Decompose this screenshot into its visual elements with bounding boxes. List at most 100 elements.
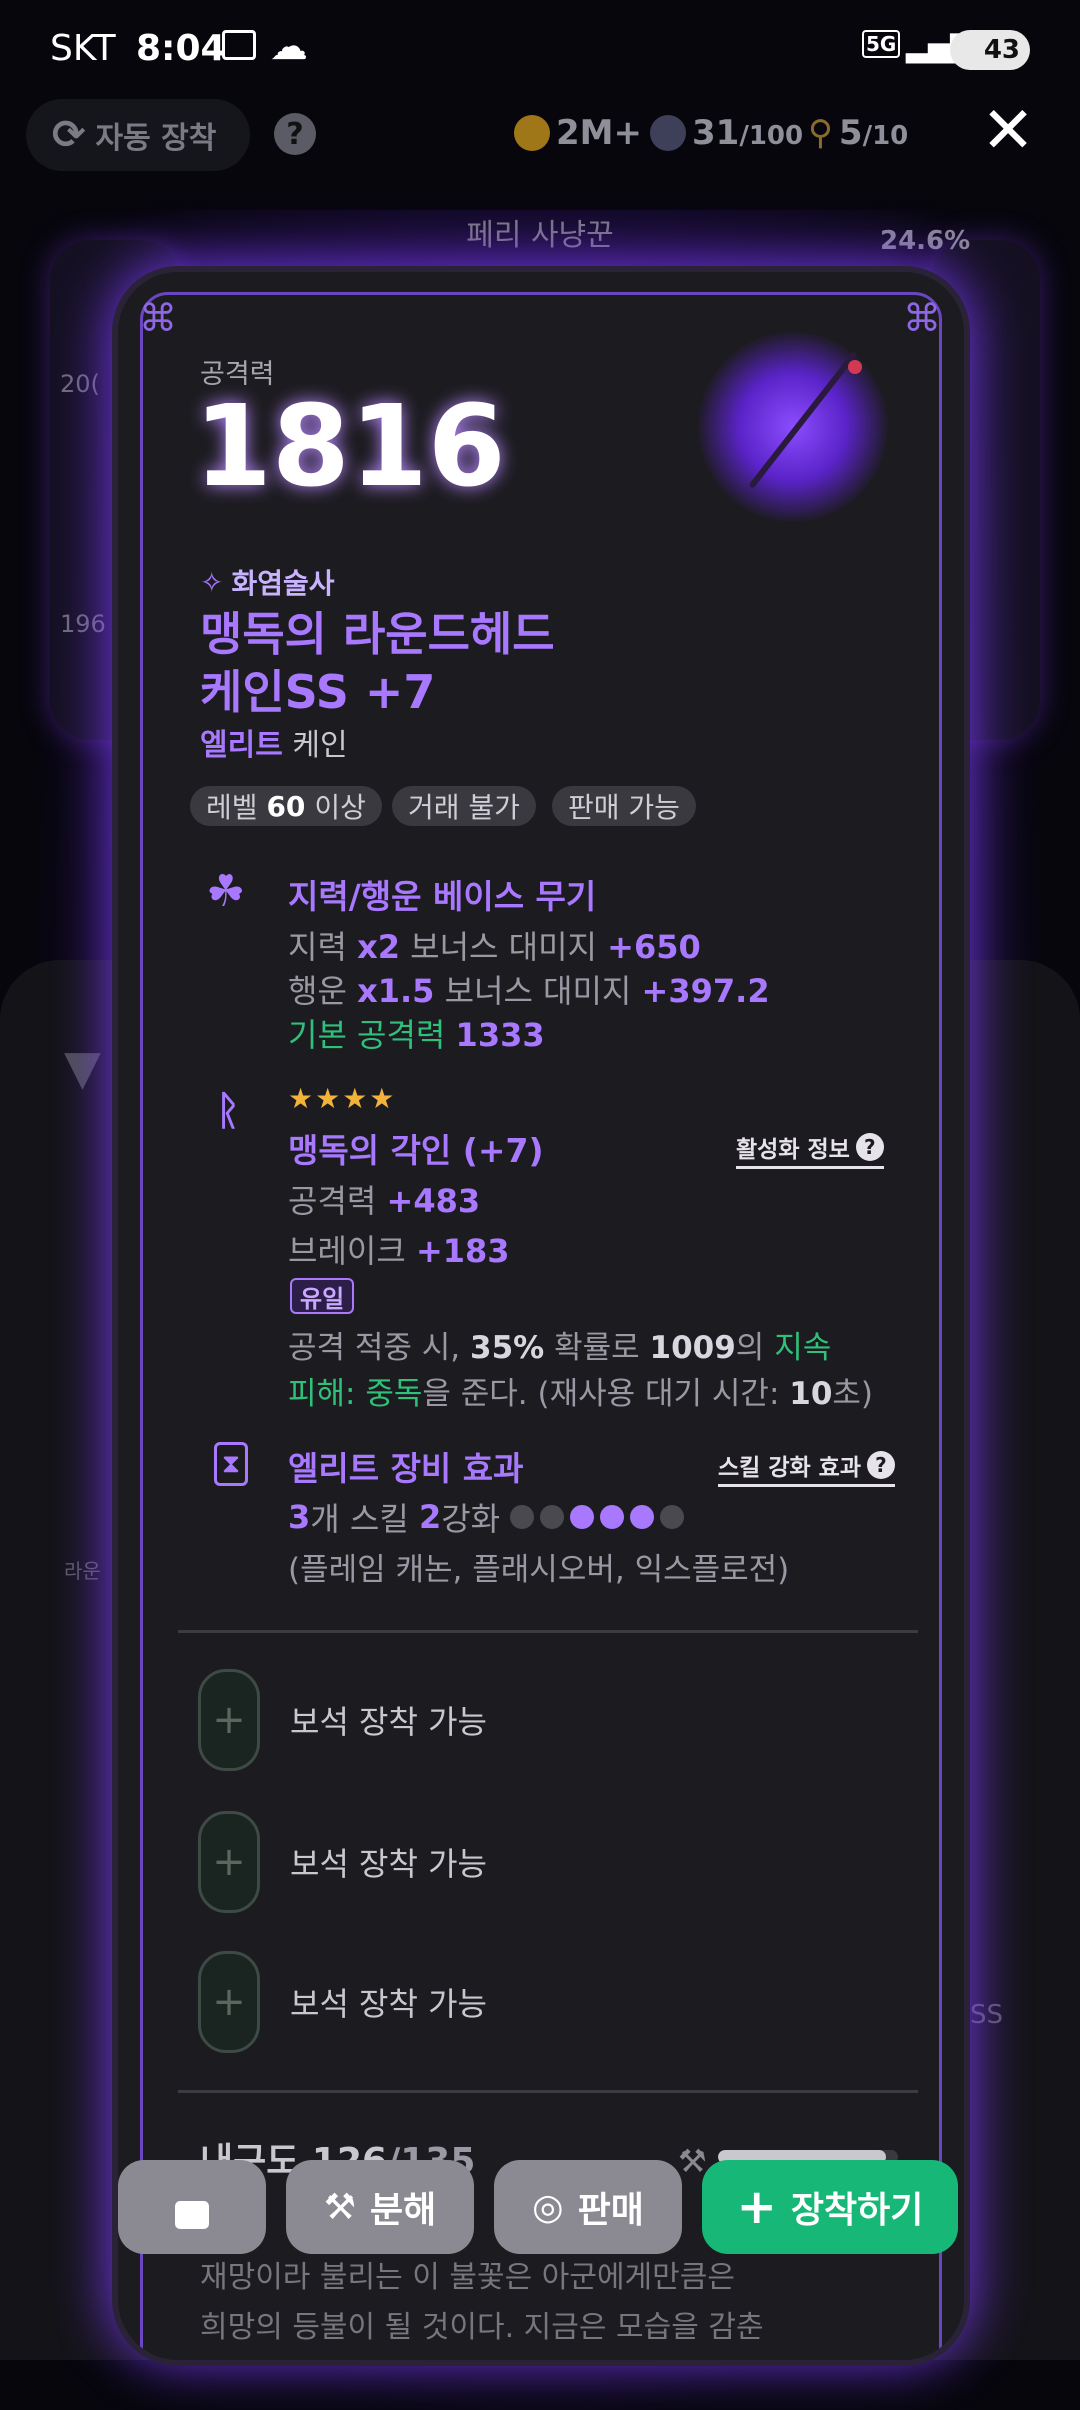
base-attack-label: 기본 공격력 xyxy=(288,1016,446,1054)
engrave-attack-label: 공격력 xyxy=(288,1182,377,1220)
gold-currency: 2M+ xyxy=(514,113,642,153)
engrave-break-value: +183 xyxy=(415,1232,510,1270)
sellable-chip: 판매 가능 xyxy=(552,786,696,826)
item-name-line2: 케인SS +7 xyxy=(200,665,436,719)
item-detail-card: ⌘ ⌘ 공격력 1816 ✧ 화염술사 맹독의 라운드헤드 케인SS +7 엘리… xyxy=(112,266,970,2366)
rune-icon: ᚱ xyxy=(216,1088,240,1134)
desc-part: 초) xyxy=(832,1376,874,1412)
desc-part: 확률로 xyxy=(554,1330,640,1366)
base-attack-value: 1333 xyxy=(455,1016,545,1054)
luck-stat: 행운 xyxy=(288,972,347,1010)
plus-icon[interactable]: + xyxy=(198,1951,260,2053)
gallery-icon xyxy=(222,30,256,60)
level-prefix: 레벨 xyxy=(206,791,258,824)
clover-icon: ☘ xyxy=(206,866,246,917)
orb-currency: 31 /100 xyxy=(650,113,803,153)
gem-socket-row[interactable]: + 보석 장착 가능 xyxy=(198,1811,487,1913)
gem-socket-row[interactable]: + 보석 장착 가능 xyxy=(198,1669,487,1771)
gem-socket-row[interactable]: + 보석 장착 가능 xyxy=(198,1951,487,2053)
coin-swirl-icon: ◎ xyxy=(532,2186,564,2228)
enhance-dot-empty xyxy=(660,1505,685,1529)
luck-value: +397.2 xyxy=(641,972,770,1010)
elite-skill-level: 2 xyxy=(418,1498,442,1536)
desc-poison: 중독 xyxy=(365,1376,423,1412)
int-value: +650 xyxy=(607,928,701,966)
item-grade-row: 엘리트 케인 xyxy=(200,720,348,764)
enhance-dot-empty xyxy=(540,1505,565,1529)
gold-coin-icon xyxy=(514,115,550,151)
background-percent: 24.6% xyxy=(880,226,971,256)
cane-icon xyxy=(748,351,858,489)
enhance-dot-filled xyxy=(630,1505,655,1529)
int-mult: x2 xyxy=(357,928,400,966)
lock-button[interactable] xyxy=(118,2160,266,2254)
background-side-label: 라운 xyxy=(64,1559,101,1583)
engrave-attack-value: +483 xyxy=(386,1182,481,1220)
luck-bonus-row: 행운 x1.5 보너스 대미지 +397.2 xyxy=(288,966,770,1012)
question-icon: ? xyxy=(855,1133,884,1161)
help-button[interactable]: ? xyxy=(274,113,316,155)
corner-ornament-icon: ⌘ xyxy=(903,296,941,340)
sell-button[interactable]: ◎ 판매 xyxy=(494,2160,682,2254)
hammer-icon: ⚒ xyxy=(323,2186,357,2228)
disassemble-label: 분해 xyxy=(370,2190,437,2231)
network-type: 5G xyxy=(862,30,901,58)
engrave-desc-line2: 피해: 중독을 준다. (재사용 대기 시간: 10초) xyxy=(288,1368,873,1413)
sell-label: 판매 xyxy=(577,2190,644,2231)
level-value: 60 xyxy=(266,789,306,823)
refresh-icon: ⟳ xyxy=(52,112,86,158)
enhance-dot-empty xyxy=(510,1505,535,1529)
equip-button[interactable]: + 장착하기 xyxy=(702,2160,958,2254)
background-side-number: 20( xyxy=(60,370,100,398)
close-button[interactable]: ✕ xyxy=(976,99,1040,163)
plus-icon[interactable]: + xyxy=(198,1669,260,1771)
attack-value: 1816 xyxy=(194,382,506,512)
luck-mult: x1.5 xyxy=(357,972,435,1010)
base-attack-row: 기본 공격력 1333 xyxy=(288,1010,545,1056)
enhance-dot-filled xyxy=(600,1505,625,1529)
luck-mid: 보너스 대미지 xyxy=(444,972,632,1010)
corner-ornament-icon: ⌘ xyxy=(139,296,177,340)
class-row: ✧ 화염술사 xyxy=(200,562,335,602)
disassemble-button[interactable]: ⚒ 분해 xyxy=(286,2160,474,2254)
desc-part: 을 준다. (재사용 대기 시간: xyxy=(422,1376,780,1412)
cane-gem-icon xyxy=(848,360,862,374)
plus-icon[interactable]: + xyxy=(198,1811,260,1913)
gem-socket-label: 보석 장착 가능 xyxy=(290,1985,487,2023)
top-bar: ⟳ 자동 장착 ? 2M+ 31 /100 ⚲ 5 /10 ✕ xyxy=(0,95,1080,175)
int-mid: 보너스 대미지 xyxy=(410,928,597,966)
clock: 8:04 xyxy=(136,28,226,69)
desc-dot: 지속 xyxy=(774,1330,832,1366)
divider xyxy=(178,1630,918,1633)
lore-line: 재망이라 불리는 이 불꽃은 아군에게만큼은 xyxy=(200,2260,735,2295)
lock-icon xyxy=(175,2201,209,2229)
engrave-title: 맹독의 각인 (+7) xyxy=(288,1131,544,1170)
gem-socket-label: 보석 장착 가능 xyxy=(290,1845,487,1883)
activation-info-label: 활성화 정보 xyxy=(736,1137,850,1163)
desc-dot2: 피해: xyxy=(288,1376,356,1412)
lore-line: 희망의 등불이 될 것이다. 지금은 모습을 감춘 xyxy=(200,2310,764,2345)
question-icon: ? xyxy=(866,1451,895,1479)
item-name-line1: 맹독의 라운드헤드 xyxy=(200,607,555,661)
elite-skill-level-suffix: 강화 xyxy=(441,1500,501,1538)
gem-socket-label: 보석 장착 가능 xyxy=(290,1703,487,1741)
skill-enhance-label: 스킬 강화 효과 xyxy=(718,1455,861,1481)
skill-enhance-info-link[interactable]: 스킬 강화 효과? xyxy=(718,1448,895,1487)
desc-cooldown: 10 xyxy=(789,1376,833,1412)
filter-icon[interactable]: ▼ xyxy=(64,1040,101,1096)
plus-icon: + xyxy=(736,2179,777,2235)
cloud-icon: ☁ xyxy=(270,24,308,68)
key-icon: ⚲ xyxy=(808,113,833,153)
key-max: /10 xyxy=(862,121,909,151)
class-name: 화염술사 xyxy=(231,567,335,600)
auto-equip-button[interactable]: ⟳ 자동 장착 xyxy=(26,99,250,171)
int-bonus-row: 지력 x2 보너스 대미지 +650 xyxy=(288,922,701,968)
activation-info-link[interactable]: 활성화 정보? xyxy=(736,1130,884,1169)
desc-damage: 1009 xyxy=(649,1330,736,1366)
item-grade: 엘리트 xyxy=(200,728,283,763)
elite-skill-list: (플레임 캐논, 플래시오버, 익스플로전) xyxy=(288,1552,790,1588)
elite-skill-count-suffix: 개 스킬 xyxy=(310,1500,409,1538)
anvil-icon: ⚒ xyxy=(678,2142,707,2180)
unique-badge: 유일 xyxy=(290,1278,355,1314)
battery-level: 43 xyxy=(983,35,1020,65)
